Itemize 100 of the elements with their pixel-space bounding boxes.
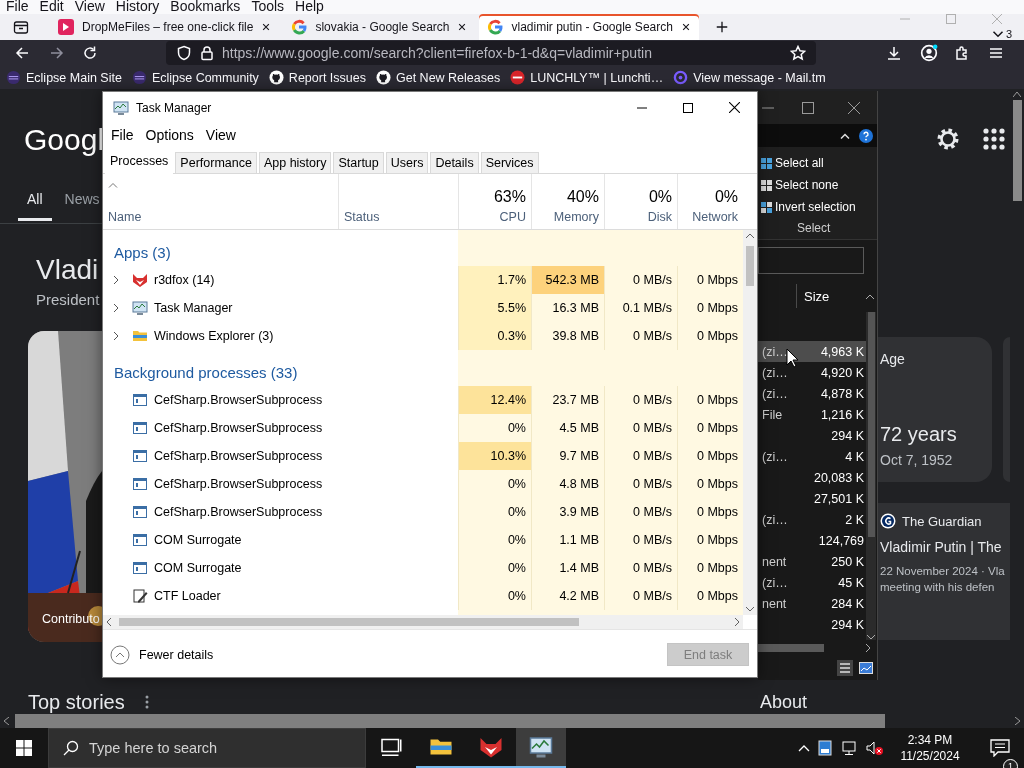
tab[interactable]: Startup [333,152,384,173]
file-row[interactable]: 20,083 K [758,467,866,488]
process-name[interactable]: COM Surrogate [154,533,242,547]
menu-item[interactable]: Bookmarks [164,0,246,14]
ribbon-command[interactable]: Select none [775,178,839,192]
maximize-icon[interactable] [683,102,693,113]
help-icon[interactable] [859,128,873,143]
forward-icon[interactable] [49,45,65,61]
file-row[interactable]: (zi… 4,963 K [758,341,866,362]
menu-item[interactable]: File [105,127,140,143]
scrollbar-thumb[interactable] [119,618,579,626]
column-header[interactable]: Status [344,210,380,224]
menu-item[interactable]: History [109,0,165,14]
column-header[interactable]: Network [692,210,738,224]
tray-app-icon[interactable] [818,740,832,756]
file-row[interactable]: (zi… 4,920 K [758,362,866,383]
search-tab[interactable]: News [55,188,100,221]
tab[interactable]: Details [430,152,479,173]
process-name[interactable]: r3dfox (14) [154,273,215,287]
tab[interactable]: App history [258,152,332,173]
process-name[interactable]: Windows Explorer (3) [154,329,274,343]
expand-chevron-icon[interactable] [111,331,121,341]
info-card[interactable]: Age 72 years Oct 7, 1952 [878,337,992,482]
column-header[interactable]: Size [797,288,830,304]
scroll-up-icon[interactable] [866,293,874,299]
collapse-circle-icon[interactable] [110,644,130,665]
select-none-icon[interactable] [761,179,772,191]
browser-tab[interactable]: slovakia - Google Search [283,14,476,40]
scrollbar-thumb[interactable] [15,714,885,728]
details-view-icon[interactable] [839,661,851,674]
more-options-icon[interactable] [144,695,149,709]
group-heading[interactable]: Background processes (33) [103,364,338,386]
group-heading[interactable]: Apps (3) [103,244,338,266]
file-row[interactable]: (zi… 4 K [758,446,866,467]
process-name[interactable]: CefSharp.BrowserSubprocess [154,449,323,463]
close-icon[interactable] [728,102,740,113]
close-icon[interactable] [261,22,272,32]
scroll-up-icon[interactable] [746,233,754,238]
bookmark[interactable]: Eclipse Community [151,70,259,85]
process-name[interactable]: CefSharp.BrowserSubprocess [154,477,323,491]
download-icon[interactable] [886,45,902,61]
scroll-up-icon[interactable] [1013,91,1021,97]
select-all-icon[interactable] [761,157,772,169]
tab[interactable]: Users [385,152,429,173]
file-row[interactable]: File 1,216 K [758,404,866,425]
file-row[interactable]: 27,501 K [758,488,866,509]
file-row[interactable]: nent 284 K [758,593,866,614]
scrollbar-thumb[interactable] [758,643,824,652]
menu-item[interactable]: Help [289,0,329,14]
menu-item[interactable]: View [68,0,110,14]
account-icon[interactable] [920,44,938,62]
maximize-icon[interactable] [802,101,814,114]
expand-chevron-icon[interactable] [111,303,121,313]
file-row[interactable]: 294 K [758,614,866,635]
ribbon-command[interactable]: Invert selection [775,200,856,214]
clock-time[interactable]: 2:34 PM [907,732,953,748]
menu-item[interactable]: Edit [33,0,69,14]
scroll-left-icon[interactable] [3,717,9,725]
search-field[interactable]: Type here to search [89,737,359,759]
ribbon-command[interactable]: Select all [775,156,824,170]
news-card[interactable]: The Guardian Vladimir Putin | The 22 November 2024 · Vla meeting with his defen [878,503,1010,640]
menu-item[interactable]: Tools [245,0,290,14]
invert-selection-icon[interactable] [761,201,772,213]
puzzle-icon[interactable] [954,45,970,61]
star-icon[interactable] [790,45,806,61]
collapse-ribbon-icon[interactable] [840,132,850,139]
clock-date[interactable]: 11/25/2024 [900,748,960,764]
tiles-view-icon[interactable] [859,661,873,674]
tab-list-icon[interactable] [13,19,29,35]
column-header[interactable]: Disk [647,210,672,224]
google-logo[interactable]: Googl [24,123,102,157]
file-row[interactable]: (zi… 45 K [758,572,866,593]
address-bar[interactable]: https://www.google.com/search?client=firefox-b-1-d&q=vladimir+putin [166,41,816,65]
news-title[interactable]: Vladimir Putin | The [880,539,1010,555]
column-header[interactable]: CPU [499,210,526,224]
scroll-left-icon[interactable] [106,618,111,626]
bookmark[interactable]: LUNCHLY™ | Lunchti… [530,70,664,85]
bookmark[interactable]: Report Issues [288,70,366,85]
expand-chevron-icon[interactable] [111,275,121,285]
tab[interactable]: Performance [175,152,257,173]
browser-tab[interactable]: vladimir putin - Google Search [479,14,699,40]
file-row[interactable]: 124,769 [758,530,866,551]
scroll-right-icon[interactable] [735,618,740,626]
scroll-down-icon[interactable] [746,607,754,612]
process-name[interactable]: CefSharp.BrowserSubprocess [154,393,323,407]
windows-logo-icon[interactable] [16,740,32,756]
bookmark[interactable]: Get New Releases [396,70,501,85]
scroll-right-icon[interactable] [866,643,871,652]
bookmark[interactable]: View message - Mail.tm [693,70,826,85]
column-header[interactable]: Name [108,210,142,224]
file-row[interactable]: 294 K [758,425,866,446]
bookmark[interactable]: Eclipse Main Site [26,70,122,85]
volume-muted-icon[interactable] [866,740,884,756]
scroll-down-icon[interactable] [867,635,875,640]
process-name[interactable]: COM Surrogate [154,561,242,575]
new-tab-icon[interactable] [714,20,729,34]
taskbar-button[interactable] [516,728,566,768]
scrollbar-thumb[interactable] [746,246,754,286]
browser-tab[interactable]: DropMeFiles – free one-click file [50,14,280,40]
column-header[interactable]: Memory [553,210,599,224]
